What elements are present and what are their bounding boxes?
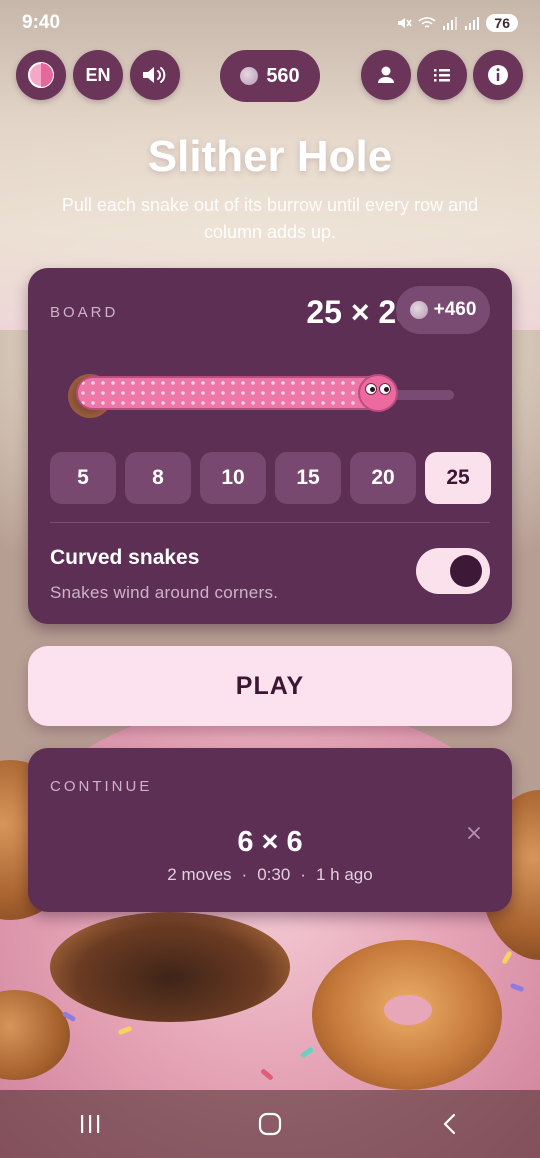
- status-icons: 76: [396, 14, 518, 32]
- back-icon: [443, 1113, 456, 1135]
- continue-card[interactable]: CONTINUE 6 × 6 2 moves · 0:30 · 1 h ago: [28, 748, 512, 912]
- person-icon: [378, 66, 394, 83]
- meta-separator: ·: [241, 865, 248, 884]
- status-bar: 9:40 76: [0, 0, 540, 46]
- continue-meta: 2 moves · 0:30 · 1 h ago: [28, 865, 512, 885]
- snake-eye: [365, 383, 377, 395]
- continue-moves: 2 moves: [167, 865, 232, 884]
- curved-snakes-toggle[interactable]: [416, 548, 490, 594]
- sound-button[interactable]: [130, 50, 180, 100]
- continue-time: 0:30: [257, 865, 291, 884]
- list-icon: [434, 69, 450, 82]
- system-nav-bar: [0, 1090, 540, 1158]
- snake-slider-body: [76, 376, 386, 410]
- continue-ago: 1 h ago: [315, 865, 373, 884]
- info-icon: [488, 65, 508, 85]
- size-chip-10[interactable]: 10: [200, 452, 266, 504]
- theme-toggle-button[interactable]: [16, 50, 66, 100]
- language-button[interactable]: EN: [73, 50, 123, 100]
- status-time: 9:40: [22, 12, 61, 33]
- back-button[interactable]: [420, 1104, 480, 1144]
- battery-indicator: 76: [486, 14, 518, 32]
- signal-icon: [443, 17, 458, 30]
- size-chip-20[interactable]: 20: [350, 452, 416, 504]
- language-label: EN: [85, 64, 111, 85]
- board-bonus-badge: +460: [396, 286, 490, 334]
- board-label: BOARD: [50, 304, 119, 321]
- size-chip-group: 5 8 10 15 20 25: [50, 452, 491, 504]
- board-bonus-value: +460: [433, 299, 477, 320]
- list-button[interactable]: [417, 50, 467, 100]
- home-icon: [258, 1112, 282, 1136]
- size-chip-5[interactable]: 5: [50, 452, 116, 504]
- toggle-knob: [450, 555, 482, 587]
- continue-board-size: 6 × 6: [237, 826, 303, 858]
- curved-snakes-description: Snakes wind around corners.: [50, 583, 279, 602]
- coin-balance[interactable]: 560: [220, 50, 320, 102]
- curved-snakes-title: Curved snakes: [50, 546, 200, 569]
- signal-icon-2: [465, 17, 480, 30]
- donut-hole: [50, 912, 290, 1022]
- speaker-icon: [143, 67, 166, 83]
- size-chip-15[interactable]: 15: [275, 452, 341, 504]
- profile-button[interactable]: [361, 50, 411, 100]
- snake-slider-handle[interactable]: [358, 374, 398, 412]
- theme-toggle-icon: [28, 62, 54, 88]
- home-button[interactable]: [240, 1104, 300, 1144]
- info-button[interactable]: [473, 50, 523, 100]
- close-icon: [468, 827, 480, 839]
- size-chip-25[interactable]: 25: [425, 452, 491, 504]
- divider: [50, 522, 490, 523]
- meta-separator: ·: [300, 865, 306, 884]
- recents-icon: [81, 1115, 100, 1133]
- coin-count: 560: [266, 64, 300, 87]
- size-chip-8[interactable]: 8: [125, 452, 191, 504]
- page-subtitle: Pull each snake out of its burrow until …: [61, 195, 479, 242]
- board-size-value: 25 × 25: [306, 294, 414, 330]
- snake-eye: [379, 383, 391, 395]
- top-bar: EN 560: [0, 50, 540, 104]
- play-button[interactable]: PLAY: [28, 646, 512, 726]
- mute-icon: [398, 18, 413, 28]
- continue-label: CONTINUE: [50, 778, 153, 795]
- coin-icon: [409, 301, 428, 319]
- wifi-icon: [418, 17, 436, 28]
- dismiss-continue-button[interactable]: [464, 824, 484, 844]
- donut-glazed: [312, 940, 502, 1090]
- board-card: BOARD 25 × 25 +460 5 8 10 15 20 25 Curve…: [28, 268, 512, 624]
- page-title: Slither Hole: [147, 132, 393, 181]
- recent-apps-button[interactable]: [60, 1104, 120, 1144]
- coin-icon: [240, 67, 259, 85]
